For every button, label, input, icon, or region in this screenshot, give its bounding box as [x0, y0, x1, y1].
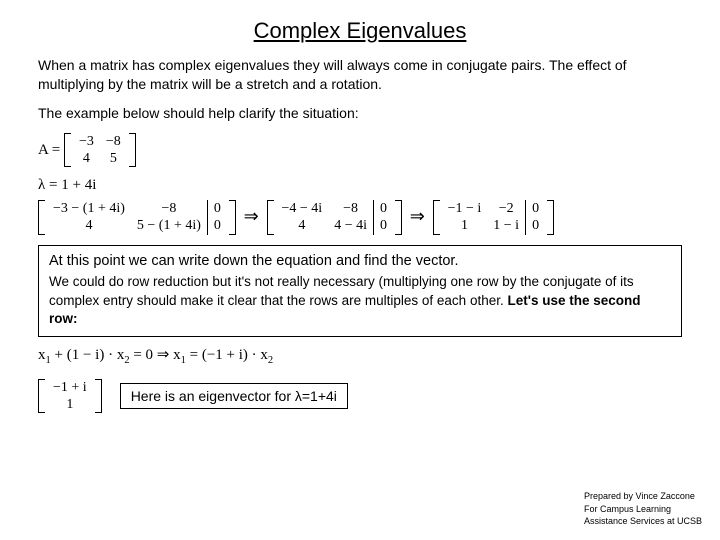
- eq-rhs: = (−1 + i) · x: [186, 347, 268, 363]
- eq-mid: + (1 − i) · x: [51, 347, 125, 363]
- s1-r2c1: 4: [47, 217, 131, 234]
- matrix-A: A = −3−8 45: [38, 133, 682, 168]
- explanation-box: At this point we can write down the equa…: [38, 245, 682, 337]
- s3-r1aug: 0: [526, 200, 546, 217]
- s3-r1c1: −1 − i: [442, 200, 488, 217]
- s2-r2c2: 4 − 4i: [328, 217, 373, 234]
- footer-line-2: For Campus Learning: [584, 503, 702, 516]
- s3-r1c2: −2: [487, 200, 525, 217]
- s2-r1c1: −4 − 4i: [276, 200, 329, 217]
- implies-arrow-1: ⇒: [240, 206, 263, 226]
- footer-credit: Prepared by Vince Zaccone For Campus Lea…: [584, 490, 702, 528]
- s2-r2c1: 4: [276, 217, 329, 234]
- footer-line-1: Prepared by Vince Zaccone: [584, 490, 702, 503]
- s1-r2aug: 0: [207, 217, 227, 234]
- s3-r2aug: 0: [526, 217, 546, 234]
- s1-r1c1: −3 − (1 + 4i): [47, 200, 131, 217]
- box-lead: At this point we can write down the equa…: [49, 252, 671, 272]
- s2-r1aug: 0: [374, 200, 394, 217]
- implies-arrow-2: ⇒: [406, 206, 429, 226]
- s1-r2c2: 5 − (1 + 4i): [131, 217, 208, 234]
- s3-r2c2: 1 − i: [487, 217, 525, 234]
- eigenvector-caption: Here is an eigenvector for λ=1+4i: [120, 383, 348, 409]
- eigenvector-matrix: −1 + i 1: [38, 379, 102, 414]
- lambda-value: λ = 1 + 4i: [38, 177, 682, 194]
- A-r2c2: 5: [100, 150, 127, 167]
- eigenvector-row: −1 + i 1 Here is an eigenvector for λ=1+…: [38, 373, 682, 420]
- s3-r2c1: 1: [442, 217, 488, 234]
- page-title: Complex Eigenvalues: [38, 18, 682, 44]
- s2-r1c2: −8: [328, 200, 373, 217]
- s2-r2aug: 0: [374, 217, 394, 234]
- footer-line-3: Assistance Services at UCSB: [584, 515, 702, 528]
- example-lead: The example below should help clarify th…: [38, 104, 682, 123]
- A-r1c2: −8: [100, 133, 127, 150]
- A-r2c1: 4: [73, 150, 100, 167]
- s1-r1c2: −8: [131, 200, 208, 217]
- A-r1c1: −3: [73, 133, 100, 150]
- intro-paragraph: When a matrix has complex eigenvalues th…: [38, 56, 682, 94]
- row-reduction: −3 − (1 + 4i)−80 45 − (1 + 4i)0 ⇒ −4 − 4…: [38, 200, 682, 235]
- ev-r2: 1: [47, 396, 93, 413]
- matrix-A-label: A =: [38, 142, 60, 158]
- slide: Complex Eigenvalues When a matrix has co…: [0, 0, 720, 540]
- s1-r1aug: 0: [207, 200, 227, 217]
- eq-impl: = 0 ⇒ x: [130, 347, 181, 363]
- ev-r1: −1 + i: [47, 379, 93, 396]
- equation-row: x1 + (1 − i) · x2 = 0 ⇒ x1 = (−1 + i) · …: [38, 347, 682, 367]
- eq-x1a: x: [38, 347, 46, 363]
